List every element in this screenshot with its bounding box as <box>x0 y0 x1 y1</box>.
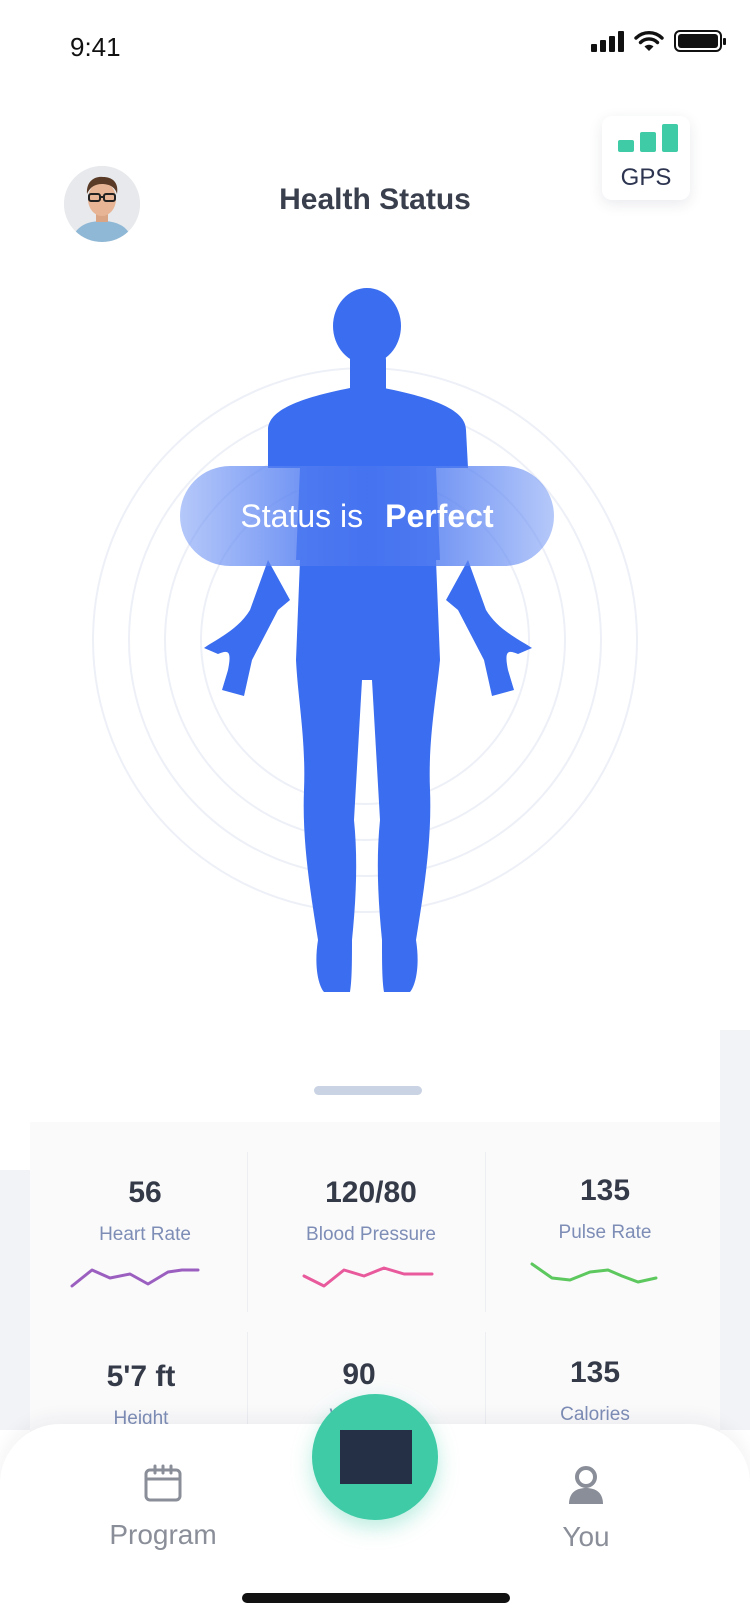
status-time: 9:41 <box>70 32 121 62</box>
metric-value: 135 <box>569 1356 621 1389</box>
metric-label: Blood Pressure <box>306 1224 436 1245</box>
battery-icon <box>674 30 726 52</box>
person-icon <box>569 1466 603 1504</box>
action-icon <box>340 1430 412 1484</box>
metric-calories[interactable]: 135 Calories <box>480 1356 710 1426</box>
metric-value: 56 <box>128 1176 162 1209</box>
metric-height[interactable]: 5'7 ft Height <box>30 1360 256 1430</box>
home-indicator[interactable] <box>242 1593 510 1603</box>
center-action-button[interactable] <box>312 1394 438 1520</box>
metric-pulse-rate[interactable]: 135 Pulse Rate <box>490 1174 720 1293</box>
human-silhouette <box>204 288 532 992</box>
metric-label: Pulse Rate <box>558 1222 652 1243</box>
metric-blood-pressure[interactable]: 120/80 Blood Pressure <box>256 1176 486 1295</box>
body-figure <box>92 288 638 992</box>
tab-you[interactable]: You <box>506 1464 666 1553</box>
drag-handle[interactable] <box>314 1086 422 1095</box>
status-bar: 9:41 <box>0 0 750 96</box>
metric-label: Calories <box>560 1404 630 1425</box>
tab-label: You <box>562 1521 610 1552</box>
metric-value: 5'7 ft <box>106 1360 176 1393</box>
tab-label: Program <box>109 1519 217 1550</box>
gps-signal-icon <box>618 124 678 152</box>
cellular-signal-icon <box>591 30 624 52</box>
metric-label: Heart Rate <box>99 1224 191 1245</box>
calendar-icon <box>144 1464 182 1502</box>
blood-pressure-sparkline <box>302 1266 434 1288</box>
tab-program[interactable]: Program <box>83 1464 243 1551</box>
gps-label: GPS <box>620 164 672 191</box>
metric-value: 90 <box>342 1358 376 1391</box>
wifi-icon <box>634 31 664 51</box>
status-value: Perfect <box>385 497 494 534</box>
health-status-pill: Status is Perfect <box>180 466 554 566</box>
heart-rate-sparkline <box>70 1268 200 1288</box>
background-shape-right <box>720 1030 750 1430</box>
metric-value: 120/80 <box>325 1176 417 1209</box>
gps-button[interactable]: GPS <box>602 116 690 200</box>
metric-value: 135 <box>579 1174 631 1207</box>
pulse-rate-sparkline <box>530 1262 658 1284</box>
status-icons <box>591 30 726 52</box>
status-prefix: Status is <box>240 497 364 534</box>
metric-heart-rate[interactable]: 56 Heart Rate <box>30 1176 260 1295</box>
